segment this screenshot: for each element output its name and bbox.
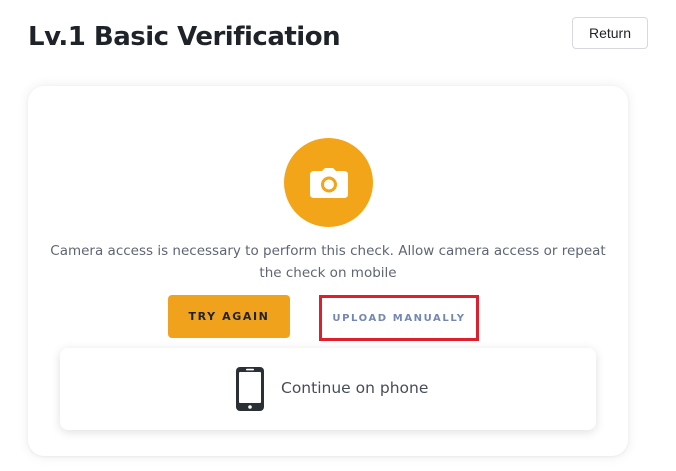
continue-on-phone-label: Continue on phone [281,379,429,397]
return-button[interactable]: Return [572,17,648,49]
camera-access-message: Camera access is necessary to perform th… [50,243,606,281]
upload-manually-button[interactable]: UPLOAD MANUALLY [322,298,476,338]
try-again-button[interactable]: TRY AGAIN [168,295,290,338]
camera-icon [309,167,348,198]
phone-icon [236,367,264,411]
camera-icon-circle [284,138,373,227]
page-title: Lv.1 Basic Verification [28,22,341,52]
